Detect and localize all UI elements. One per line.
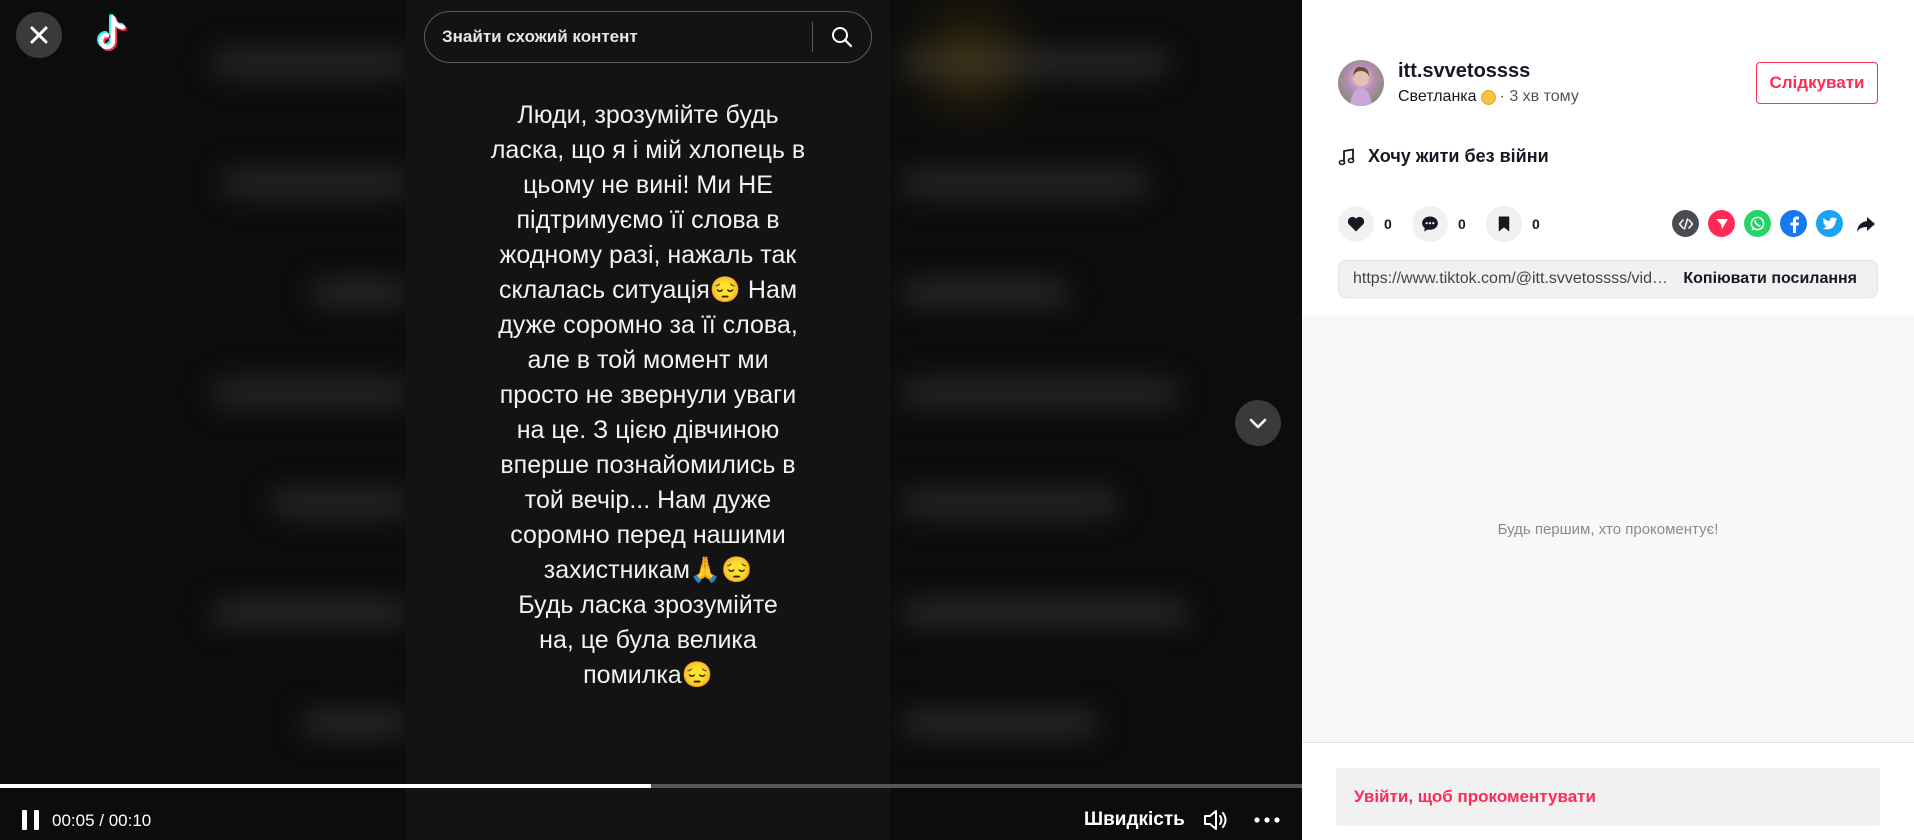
comment-icon (1422, 216, 1438, 232)
music-note-icon (1338, 148, 1355, 165)
follow-button[interactable]: Слідкувати (1756, 62, 1878, 104)
save-count: 0 (1532, 216, 1540, 232)
time-display: 00:05 / 00:10 (52, 811, 152, 830)
like-count: 0 (1384, 216, 1392, 232)
author-info: itt.svvetossss Светланка · 3 хв тому Слі… (1338, 60, 1878, 108)
music-info[interactable]: Хочу жити без війни (1338, 146, 1549, 167)
search-button[interactable] (813, 12, 871, 62)
embed-icon[interactable] (1672, 210, 1699, 237)
facebook-icon[interactable] (1780, 210, 1807, 237)
search-bar[interactable]: Знайти схожий контент (424, 11, 872, 63)
volume-icon[interactable] (1202, 807, 1230, 833)
like-button[interactable]: 0 (1338, 206, 1392, 242)
video-url[interactable]: https://www.tiktok.com/@itt.svvetossss/v… (1339, 270, 1673, 288)
video-overlay-text: Люди, зрозумійте будь ласка, що я і мій … (490, 101, 806, 689)
author-nickname: Светланка (1398, 88, 1477, 105)
chevron-down-icon (1249, 418, 1267, 429)
author-username[interactable]: itt.svvetossss (1398, 60, 1530, 83)
avatar-image (1350, 66, 1372, 106)
player-controls: 00:05 / 00:10 Швидкість (0, 800, 1302, 840)
close-icon (30, 26, 48, 44)
send-icon[interactable] (1708, 210, 1735, 237)
close-button[interactable] (16, 12, 62, 58)
comments-list: Будь першим, хто прокоментує! (1302, 316, 1914, 742)
share-arrow-icon[interactable] (1852, 210, 1879, 237)
author-subline: Светланка · 3 хв тому (1398, 88, 1579, 106)
post-time: · 3 хв тому (1499, 88, 1579, 105)
comment-count: 0 (1458, 216, 1466, 232)
search-icon (832, 27, 853, 48)
action-bar: 0 0 0 (1338, 206, 1878, 242)
whatsapp-icon[interactable] (1744, 210, 1771, 237)
twitter-icon[interactable] (1816, 210, 1843, 237)
tiktok-logo-icon[interactable] (92, 14, 130, 56)
video-player[interactable]: Люди, зрозумійте будь ласка, що я і мій … (0, 0, 1302, 840)
video-details-panel: itt.svvetossss Светланка · 3 хв тому Слі… (1302, 0, 1914, 840)
heart-icon (1347, 216, 1365, 232)
copy-link-button[interactable]: Копіювати посилання (1673, 270, 1877, 288)
video-link-box: https://www.tiktok.com/@itt.svvetossss/v… (1338, 260, 1878, 298)
avatar[interactable] (1338, 60, 1384, 106)
comment-button[interactable]: 0 (1412, 206, 1466, 242)
progress-bar[interactable] (0, 784, 1302, 788)
empty-comments-message: Будь першим, хто прокоментує! (1497, 520, 1719, 538)
pause-icon[interactable] (20, 809, 42, 831)
music-title: Хочу жити без війни (1368, 146, 1549, 166)
save-button[interactable]: 0 (1486, 206, 1540, 242)
login-to-comment-button[interactable]: Увійти, щоб прокоментувати (1336, 768, 1880, 826)
video-frame[interactable]: Люди, зрозумійте будь ласка, що я і мій … (406, 0, 890, 840)
next-video-button[interactable] (1235, 400, 1281, 446)
sun-emoji-icon (1480, 89, 1496, 105)
more-options-icon[interactable] (1252, 807, 1282, 833)
divider (1302, 742, 1914, 743)
speed-button[interactable]: Швидкість (1084, 809, 1185, 831)
bookmark-icon (1498, 216, 1510, 232)
progress-fill (0, 784, 651, 788)
search-input[interactable]: Знайти схожий контент (425, 27, 812, 47)
